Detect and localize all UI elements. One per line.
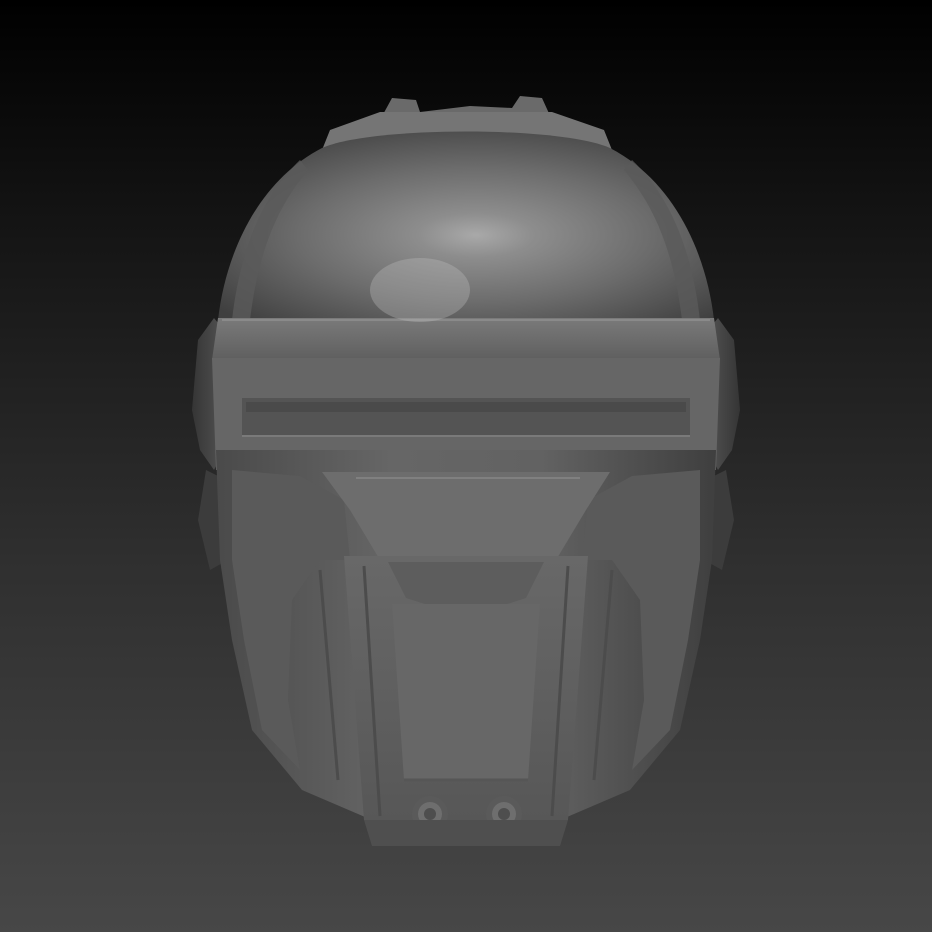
bottom-rim [364,820,568,846]
brow-band [212,318,720,360]
sculpt-viewport [0,0,932,932]
helmet-render [192,96,740,846]
